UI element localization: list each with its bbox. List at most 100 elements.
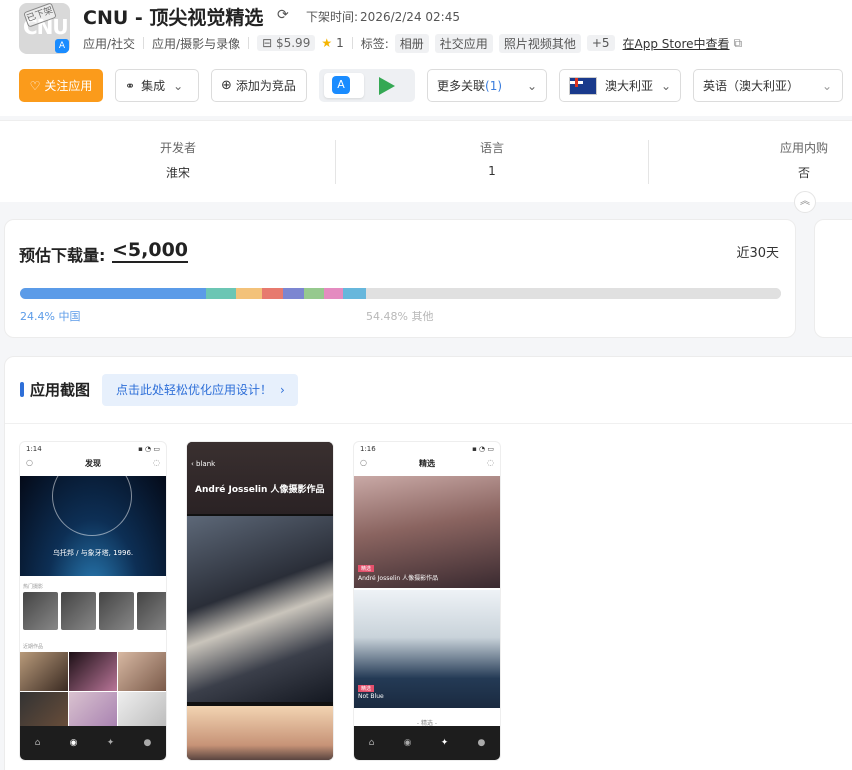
screenshot-1[interactable]: 1:14 ▪ ◔ ▭ ○ 发现 ◌ 乌托邦 / 与象牙塔, 1996. 热门摄影 近期…	[19, 441, 167, 761]
iap-info: 应用内购 否	[770, 139, 838, 181]
app-store-link[interactable]: 在App Store中查看	[623, 35, 730, 52]
search-icon: ○	[26, 458, 33, 467]
photo-caption-text: André Josselin 人像摄影作品	[358, 575, 439, 582]
photo-caption: 精选 André Josselin 人像摄影作品	[358, 565, 438, 582]
status-bar: 1:16 ▪ ◔ ▭	[354, 442, 500, 458]
more-related-count: (1)	[485, 78, 503, 93]
collection-title: André Josselin 人像摄影作品	[195, 485, 325, 495]
app-store-badge-icon: A	[55, 39, 69, 53]
price-value: $5.99	[275, 36, 311, 50]
country-label: 澳大利亚	[605, 79, 654, 93]
chevron-down-icon: ⌄	[660, 78, 671, 93]
distribution-segment[interactable]	[20, 288, 206, 299]
home-icon: ⌂	[34, 738, 41, 748]
google-play-icon[interactable]	[379, 77, 395, 95]
china-share-label: 24.4% 中国	[20, 310, 81, 323]
thumb-row	[23, 592, 166, 630]
australia-flag-icon	[569, 76, 597, 95]
signal-icon: ▪ ◔ ▭	[138, 445, 160, 453]
tag-chip[interactable]: 相册	[394, 33, 429, 53]
photo	[118, 691, 166, 730]
tag-chip[interactable]: 照片视频其他	[498, 33, 581, 53]
tags-more-chip[interactable]: +5	[586, 35, 615, 51]
integrate-dropdown[interactable]: ⚭ 集成 ⌄	[115, 69, 199, 102]
featured-tag: 精选	[358, 685, 375, 692]
photo	[20, 691, 68, 730]
distribution-segment[interactable]	[342, 288, 367, 299]
chevron-down-icon: ⌄	[821, 78, 832, 93]
developer-value[interactable]: 淮宋	[148, 164, 208, 181]
follow-app-button[interactable]: ♡ 关注应用	[19, 69, 103, 102]
other-share-label: 54.48% 其他	[366, 310, 434, 323]
status-time: 1:14	[26, 445, 42, 453]
bell-icon: ◌	[487, 458, 494, 467]
photo-caption: 精选 Not Blue	[358, 685, 384, 700]
language-info-value: 1	[488, 164, 496, 178]
featured-photo: 精选 André Josselin 人像摄影作品	[354, 476, 500, 588]
release-time-label: 下架时间:	[306, 10, 359, 24]
back-link: ‹ blank	[191, 460, 216, 468]
language-label: 英语（澳大利亚）	[703, 79, 800, 93]
design-optimize-button[interactable]: 点击此处轻松优化应用设计！ ›	[102, 374, 298, 406]
developer-info: 开发者 淮宋	[148, 139, 208, 181]
screenshots-title: 应用截图	[30, 381, 91, 399]
more-related-dropdown[interactable]: 更多关联 (1) ⌄	[427, 69, 547, 102]
distribution-segment[interactable]	[283, 288, 304, 299]
screen-title: ○ 精选 ◌	[354, 458, 500, 476]
signal-icon: ▪ ◔ ▭	[472, 445, 494, 453]
status-time: 1:16	[360, 445, 376, 453]
rating-value: 1	[336, 36, 344, 50]
screenshot-2[interactable]: ‹ blank André Josselin 人像摄影作品	[186, 441, 334, 761]
distribution-segment[interactable]	[205, 288, 237, 299]
chevron-down-icon: ⌄	[526, 78, 537, 93]
screen-title-text: 精选	[419, 459, 435, 468]
hero-image: 乌托邦 / 与象牙塔, 1996.	[20, 456, 166, 576]
compass-icon: ◉	[69, 738, 78, 748]
bell-icon: ◌	[153, 458, 160, 467]
divider	[648, 140, 649, 184]
price-badge: ⊟ $5.99	[257, 35, 316, 51]
featured-tag: 精选	[358, 565, 375, 572]
distribution-segment[interactable]	[236, 288, 262, 299]
thumb	[137, 592, 166, 630]
distribution-segment[interactable]	[261, 288, 284, 299]
tags-label: 标签:	[360, 36, 389, 51]
language-info-label: 语言	[479, 141, 504, 155]
add-competitor-button[interactable]: ⊕ 添加为竞品	[211, 69, 307, 102]
release-time-value: 2026/2/24 02:45	[360, 10, 460, 24]
distribution-segment[interactable]	[323, 288, 343, 299]
screenshot-3[interactable]: 1:16 ▪ ◔ ▭ ○ 精选 ◌ 精选 André Josselin 人像摄影作品 精…	[353, 441, 501, 761]
star-list-icon: ✦	[440, 738, 449, 748]
app-icon: CNU 已下架 A	[19, 3, 70, 54]
heart-icon: ♡	[29, 78, 41, 93]
collection-header: ‹ blank André Josselin 人像摄影作品	[187, 442, 333, 514]
section-accent	[20, 382, 24, 397]
follow-app-label: 关注应用	[44, 79, 93, 93]
refresh-icon[interactable]: ⟳	[277, 7, 289, 23]
country-dropdown[interactable]: 澳大利亚 ⌄	[559, 69, 681, 102]
iap-label: 应用内购	[779, 141, 828, 155]
distribution-segment[interactable]	[303, 288, 324, 299]
photo	[69, 691, 117, 730]
photo	[20, 652, 68, 691]
star-list-icon: ✦	[106, 738, 115, 748]
section-label: 近期作品	[23, 644, 44, 650]
home-icon: ⌂	[368, 738, 375, 748]
user-icon: ●	[477, 738, 486, 748]
chevron-down-icon: ⌄	[173, 78, 184, 93]
hero-caption: 乌托邦 / 与象牙塔, 1996.	[52, 549, 134, 557]
portrait-photo	[187, 516, 333, 702]
category-primary[interactable]: 应用/社交	[83, 35, 135, 52]
price-icon: ⊟	[262, 36, 276, 50]
app-title: CNU - 顶尖视觉精选	[83, 7, 264, 29]
store-switch: A	[319, 69, 415, 102]
search-icon: ○	[360, 458, 367, 467]
tag-chip[interactable]: 社交应用	[434, 33, 493, 53]
back-label: blank	[196, 460, 216, 468]
language-dropdown[interactable]: 英语（澳大利亚） ⌄	[693, 69, 843, 102]
collapse-up-icon[interactable]: ︽	[794, 191, 816, 213]
category-secondary[interactable]: 应用/摄影与录像	[152, 35, 240, 52]
thumb	[99, 592, 134, 630]
downloads-value[interactable]: <5,000	[112, 239, 189, 263]
distribution-segment[interactable]	[366, 288, 781, 299]
